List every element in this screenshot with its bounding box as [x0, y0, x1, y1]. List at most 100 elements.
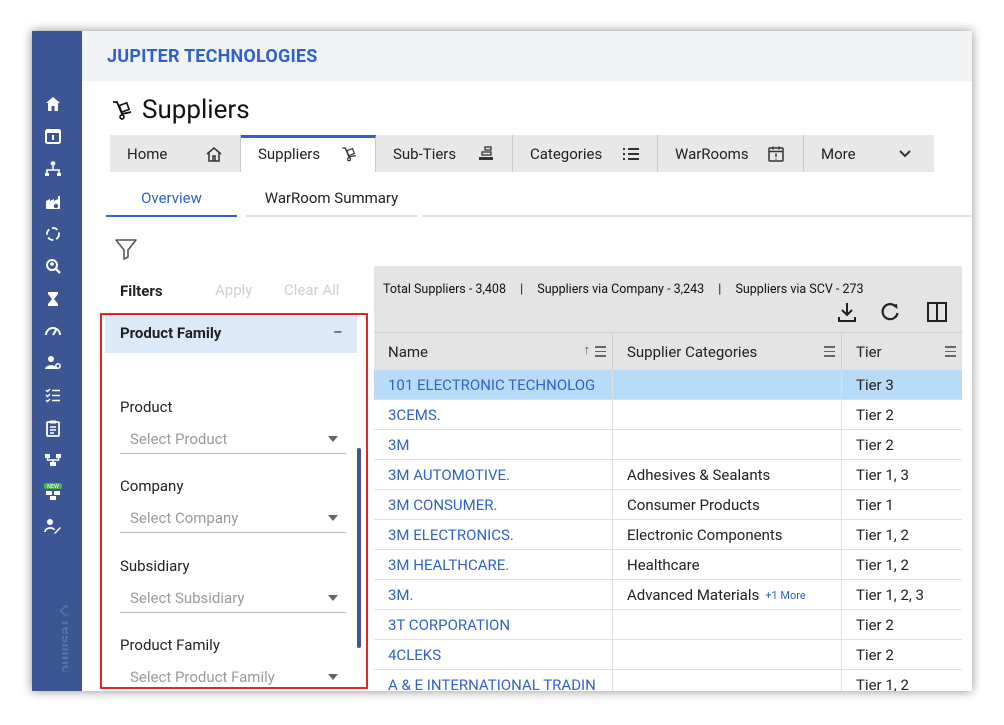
apply-button[interactable]: Apply: [215, 281, 252, 299]
supplier-category-cell: Healthcare: [613, 550, 842, 580]
menu-icon[interactable]: [42, 47, 64, 67]
grid-summary-bar: Total Suppliers - 3,408 | Suppliers via …: [374, 266, 962, 332]
suppliers-via-company: Suppliers via Company - 3,243: [537, 282, 705, 297]
supplier-name-link[interactable]: 3M.: [374, 580, 613, 610]
more-categories-link[interactable]: +1 More: [765, 589, 806, 602]
svg-text:◇ resilinc: ◇ resilinc: [58, 604, 68, 673]
tier-cell: Tier 2: [856, 616, 894, 634]
sub-tabs: Overview WarRoom Summary: [106, 181, 972, 219]
tab-warrooms-label: WarRooms: [675, 144, 749, 163]
user-settings-icon[interactable]: [44, 354, 62, 372]
page-title-row: Suppliers: [110, 95, 250, 125]
app-header: JUPITER TECHNOLOGIES: [82, 31, 972, 81]
table-row[interactable]: 3M CONSUMER. Consumer Products Tier 1: [374, 490, 962, 520]
tier-cell: Tier 1: [856, 496, 894, 514]
table-row[interactable]: 3M HEALTHCARE. Healthcare Tier 1, 2: [374, 550, 962, 580]
column-menu-icon[interactable]: [945, 346, 956, 357]
column-header-tier[interactable]: Tier: [842, 333, 962, 371]
supplier-name-link[interactable]: 3M ELECTRONICS.: [374, 520, 613, 550]
checklist-icon[interactable]: [44, 386, 62, 404]
total-suppliers: Total Suppliers - 3,408: [383, 282, 506, 297]
calendar-icon[interactable]: [44, 127, 62, 145]
user-edit-icon[interactable]: [44, 517, 62, 535]
supplier-name-link[interactable]: 3M AUTOMOTIVE.: [374, 460, 613, 490]
tier-cell: Tier 3: [856, 376, 894, 394]
tier-cell: Tier 2: [856, 646, 894, 664]
supplier-name-link[interactable]: 4CLEKS: [374, 640, 613, 670]
tier-cell: Tier 1, 2: [856, 556, 909, 574]
list-icon: [622, 145, 640, 163]
svg-text:NEW: NEW: [47, 484, 59, 490]
clear-all-button[interactable]: Clear All: [284, 281, 339, 299]
supplier-name-link[interactable]: 3M CONSUMER.: [374, 490, 613, 520]
table-row[interactable]: 3M ELECTRONICS. Electronic Components Ti…: [374, 520, 962, 550]
supplier-category-cell: [613, 430, 842, 460]
hierarchy-icon[interactable]: [44, 160, 62, 178]
supplier-name-link[interactable]: A & E INTERNATIONAL TRADIN: [374, 670, 613, 691]
supplier-name-link[interactable]: 3T CORPORATION: [374, 610, 613, 640]
table-row[interactable]: 4CLEKS Tier 2: [374, 640, 962, 670]
hourglass-icon[interactable]: [44, 290, 62, 308]
subtab-warroom-summary[interactable]: WarRoom Summary: [246, 181, 417, 217]
supplier-cart-icon: [110, 98, 134, 122]
column-name-label: Name: [388, 343, 428, 361]
refresh-icon[interactable]: [879, 301, 901, 323]
search-person-icon[interactable]: [44, 258, 62, 276]
table-row[interactable]: 3CEMS. Tier 2: [374, 400, 962, 430]
supplier-name-link[interactable]: 3M HEALTHCARE.: [374, 550, 613, 580]
factory-icon[interactable]: [44, 193, 62, 211]
column-header-name[interactable]: Name ↑: [374, 333, 613, 371]
supplier-category-cell: [613, 370, 842, 400]
column-menu-icon[interactable]: [824, 346, 835, 357]
highlight-box: [100, 313, 368, 689]
table-row[interactable]: 3T CORPORATION Tier 2: [374, 610, 962, 640]
supplier-category-cell: [613, 400, 842, 430]
clipboard-icon[interactable]: [44, 419, 62, 437]
app-window: NEW ◇ resilinc JUPITER TECHNOLOGIES Supp…: [32, 31, 972, 691]
supplier-name-link[interactable]: 3CEMS.: [374, 400, 613, 430]
tab-categories-label: Categories: [530, 144, 603, 163]
column-menu-icon[interactable]: [595, 346, 606, 357]
supplier-category-cell: Advanced Materials +1 More: [613, 580, 842, 610]
network-icon[interactable]: [44, 451, 62, 469]
table-row[interactable]: 101 ELECTRONIC TECHNOLOG Tier 3: [374, 370, 962, 400]
table-row[interactable]: 3M AUTOMOTIVE. Adhesives & Sealants Tier…: [374, 460, 962, 490]
filter-title: Filters: [120, 282, 163, 300]
tab-sub-tiers-label: Sub-Tiers: [393, 144, 457, 163]
filter-icon[interactable]: [114, 237, 138, 261]
columns-icon[interactable]: [926, 301, 948, 323]
column-header-supplier-categories[interactable]: Supplier Categories: [613, 333, 842, 371]
gauge-icon[interactable]: [44, 322, 62, 340]
supplier-name-link[interactable]: 3M: [374, 430, 613, 460]
supplier-category-cell: [613, 670, 842, 691]
subtab-warroom-summary-label: WarRoom Summary: [264, 189, 399, 207]
download-icon[interactable]: [836, 300, 858, 324]
supplier-category-cell: Adhesives & Sealants: [613, 460, 842, 490]
page-title: Suppliers: [142, 95, 250, 125]
suppliers-grid: Total Suppliers - 3,408 | Suppliers via …: [374, 266, 962, 691]
table-row[interactable]: 3M. Advanced Materials +1 More Tier 1, 2…: [374, 580, 962, 610]
new-feature-icon[interactable]: NEW: [44, 483, 62, 501]
table-row[interactable]: A & E INTERNATIONAL TRADIN Tier 1, 2: [374, 670, 962, 691]
summary-separator: |: [718, 282, 722, 297]
chevron-down-icon: [896, 145, 914, 163]
tab-categories[interactable]: Categories: [513, 135, 658, 172]
tab-home[interactable]: Home: [110, 135, 241, 172]
category-text: Healthcare: [627, 556, 700, 574]
supplier-category-cell: [613, 640, 842, 670]
subtab-overview[interactable]: Overview: [106, 181, 237, 217]
summary-separator: |: [520, 282, 524, 297]
supplier-name-link[interactable]: 101 ELECTRONIC TECHNOLOG: [374, 370, 613, 400]
sort-arrow-icon[interactable]: ↑: [584, 342, 591, 358]
cycle-icon[interactable]: [44, 225, 62, 243]
sidebar: NEW ◇ resilinc: [32, 31, 82, 691]
tab-more[interactable]: More: [804, 135, 934, 172]
tab-warrooms[interactable]: WarRooms: [658, 135, 804, 172]
brand-watermark: ◇ resilinc: [48, 599, 75, 689]
table-row[interactable]: 3M Tier 2: [374, 430, 962, 460]
home-icon[interactable]: [44, 95, 62, 113]
tab-sub-tiers[interactable]: Sub-Tiers: [376, 135, 513, 172]
tab-suppliers[interactable]: Suppliers: [241, 135, 376, 172]
calendar-alert-icon: [767, 145, 785, 163]
tier-cell: Tier 2: [856, 436, 894, 454]
